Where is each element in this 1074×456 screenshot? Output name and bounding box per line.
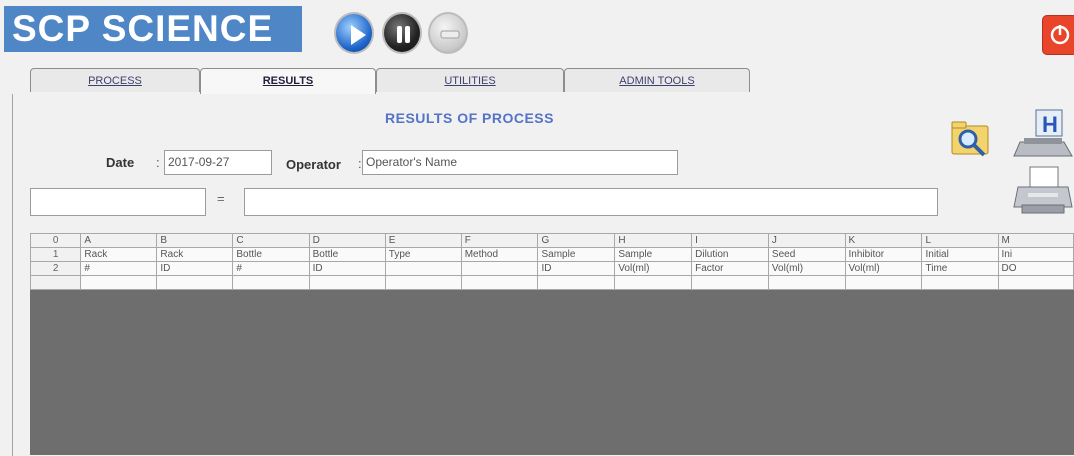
operator-label: Operator [286, 157, 341, 172]
table-row [30, 275, 1074, 290]
table-cell[interactable]: ID [156, 261, 234, 276]
date-label: Date [106, 155, 135, 170]
play-icon [351, 25, 366, 45]
results-grid: 0 A B C D E F G H I J K L M 1 Rack Rack Bottle Bottle Type M… [30, 233, 1074, 455]
table-cell[interactable]: Vol(ml) [614, 261, 693, 276]
table-cell[interactable] [384, 261, 462, 276]
table-cell[interactable] [921, 275, 999, 290]
column-header-cell[interactable]: M [997, 233, 1074, 248]
table-cell[interactable] [997, 275, 1074, 290]
page-title: RESULTS OF PROCESS [385, 110, 554, 126]
table-cell[interactable] [691, 275, 769, 290]
column-header-cell[interactable]: H [614, 233, 693, 248]
search-icon [951, 121, 989, 157]
column-header-cell[interactable]: J [767, 233, 846, 248]
table-cell[interactable] [767, 275, 846, 290]
table-cell[interactable]: Bottle [308, 247, 386, 262]
table-row: 1 Rack Rack Bottle Bottle Type Method Sample Sam… [30, 247, 1074, 262]
column-header-cell[interactable]: D [308, 233, 386, 248]
column-header-cell[interactable]: E [384, 233, 462, 248]
column-header-cell[interactable]: L [921, 233, 999, 248]
tab-results[interactable]: RESULTS [200, 68, 376, 95]
formula-value-field[interactable] [244, 188, 938, 216]
column-header-cell[interactable]: I [691, 233, 769, 248]
row-number [30, 275, 82, 290]
tab-bar: PROCESS RESULTS UTILITIES ADMIN TOOLS [12, 66, 1074, 95]
table-row: 2 # ID # ID ID Vol(ml) Factor Vol(ml) Vol(ml) Time… [30, 261, 1074, 276]
table-cell[interactable]: Vol(ml) [767, 261, 846, 276]
table-cell[interactable] [460, 261, 539, 276]
table-cell[interactable] [80, 275, 158, 290]
svg-text:H: H [1042, 112, 1058, 137]
table-cell[interactable]: Ini [997, 247, 1074, 262]
table-cell[interactable]: Seed [767, 247, 846, 262]
table-cell[interactable]: ID [308, 261, 386, 276]
table-cell[interactable]: Time [921, 261, 999, 276]
table-cell[interactable]: ID [537, 261, 616, 276]
table-cell[interactable] [384, 275, 462, 290]
date-field[interactable]: 2017-09-27 [164, 150, 272, 175]
table-cell[interactable]: Type [384, 247, 462, 262]
formula-cell-reference[interactable] [30, 188, 206, 216]
table-cell[interactable]: Method [460, 247, 539, 262]
table-cell[interactable]: Sample [537, 247, 616, 262]
equals-sign: = [217, 191, 225, 206]
table-cell[interactable] [156, 275, 234, 290]
print-button[interactable] [1012, 163, 1074, 224]
table-cell[interactable] [844, 275, 923, 290]
save-disk-icon: H [1013, 109, 1073, 157]
power-icon [1050, 25, 1070, 45]
table-cell[interactable] [232, 275, 310, 290]
table-cell[interactable] [537, 275, 616, 290]
stop-button[interactable] [428, 12, 468, 54]
tab-admin-tools[interactable]: ADMIN TOOLS [564, 68, 750, 92]
play-button[interactable] [334, 12, 374, 54]
table-cell[interactable]: Initial [921, 247, 999, 262]
table-cell[interactable]: Factor [691, 261, 769, 276]
print-icon [1013, 166, 1073, 214]
table-cell[interactable]: Inhibitor [844, 247, 923, 262]
date-colon: : [156, 155, 160, 170]
table-cell[interactable]: Rack [80, 247, 158, 262]
stop-icon [440, 30, 460, 39]
row-number: 0 [30, 233, 82, 248]
search-button[interactable] [948, 118, 996, 165]
column-header-row: 0ABCDEFGHIJKLM [30, 233, 1074, 248]
operator-field[interactable]: Operator's Name [362, 150, 678, 175]
table-cell[interactable]: Bottle [232, 247, 310, 262]
app-logo: SCP SCIENCE [4, 6, 302, 52]
tab-utilities[interactable]: UTILITIES [376, 68, 564, 92]
table-cell[interactable]: # [232, 261, 310, 276]
column-header-cell[interactable]: F [460, 233, 539, 248]
table-cell[interactable] [460, 275, 539, 290]
table-cell[interactable]: DO [997, 261, 1074, 276]
table-cell[interactable] [308, 275, 386, 290]
tab-process[interactable]: PROCESS [30, 68, 200, 92]
table-cell[interactable] [614, 275, 693, 290]
table-cell[interactable]: Rack [156, 247, 234, 262]
table-cell[interactable]: Dilution [691, 247, 769, 262]
save-button[interactable]: H [1012, 108, 1074, 165]
row-number: 1 [30, 247, 82, 262]
row-number: 2 [30, 261, 82, 276]
column-header-cell[interactable]: G [537, 233, 616, 248]
table-cell[interactable]: # [80, 261, 158, 276]
column-header-cell[interactable]: C [232, 233, 310, 248]
column-header-cell[interactable]: A [80, 233, 158, 248]
pause-button[interactable] [382, 12, 422, 54]
table-cell[interactable]: Sample [614, 247, 693, 262]
table-cell[interactable]: Vol(ml) [844, 261, 923, 276]
column-header-cell[interactable]: K [844, 233, 923, 248]
column-header-cell[interactable]: B [156, 233, 234, 248]
power-button[interactable] [1042, 15, 1074, 55]
results-table: 0 A B C D E F G H I J K L M 1 Rack Rack Bottle Bottle Type M… [30, 233, 1074, 290]
pause-icon [397, 26, 410, 43]
